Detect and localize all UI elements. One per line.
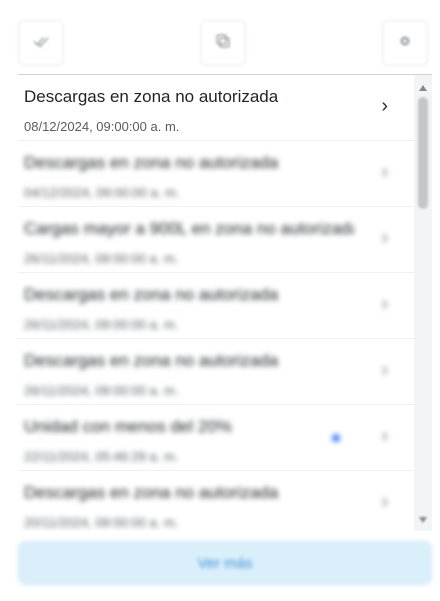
alert-row[interactable]: Descargas en zona no autorizada 26/11/202… — [18, 273, 432, 339]
alerts-list: Descargas en zona no autorizada 08/12/202… — [18, 74, 432, 531]
alert-date: 26/11/2024, 09:00:00 a. m. — [24, 317, 179, 332]
check-double-icon — [32, 32, 50, 55]
alert-title: Descargas en zona no autorizada — [24, 483, 279, 502]
alert-title: Descargas en zona no autorizada — [24, 285, 279, 304]
scroll-up-arrow-icon[interactable] — [419, 85, 427, 91]
alert-date: 26/11/2024, 09:00:00 a. m. — [24, 383, 179, 398]
alert-date: 22/11/2024, 05:46:29 a. m. — [24, 449, 179, 464]
chevron-right-icon[interactable]: › — [381, 293, 388, 316]
chevron-right-icon[interactable]: › — [381, 227, 388, 250]
chevron-right-icon[interactable]: › — [381, 95, 388, 118]
alert-title: Cargas mayor a 900L en zona no autorizad… — [24, 219, 354, 238]
alert-row[interactable]: Descargas en zona no autorizada 26/11/202… — [18, 339, 432, 405]
settings-icon — [396, 32, 414, 55]
alert-date: 20/11/2024, 09:00:00 a. m. — [24, 515, 179, 530]
copy-button[interactable] — [200, 20, 246, 66]
alert-date: 26/11/2024, 09:00:00 a. m. — [24, 251, 179, 266]
alert-title: Unidad con menos del 20% — [24, 417, 232, 436]
chevron-right-icon[interactable]: › — [381, 491, 388, 514]
chevron-right-icon[interactable]: › — [381, 359, 388, 382]
scroll-down-arrow-icon[interactable] — [419, 517, 427, 523]
scrollbar[interactable] — [414, 75, 432, 531]
settings-button[interactable] — [382, 20, 428, 66]
alert-row[interactable]: Cargas mayor a 900L en zona no autorizad… — [18, 207, 432, 273]
alert-title: Descargas en zona no autorizada — [24, 153, 279, 172]
alert-row[interactable]: Descargas en zona no autorizada 08/12/202… — [18, 75, 432, 141]
toolbar — [0, 0, 440, 70]
alert-date: 04/12/2024, 09:00:00 a. m. — [24, 185, 180, 200]
alert-date: 08/12/2024, 09:00:00 a. m. — [24, 119, 180, 134]
chevron-right-icon[interactable]: › — [381, 161, 388, 184]
copy-icon — [214, 32, 232, 55]
alert-title: Descargas en zona no autorizada — [24, 87, 279, 106]
see-more-label: Ver más — [197, 554, 253, 572]
alert-row[interactable]: Descargas en zona no autorizada 20/11/202… — [18, 471, 432, 531]
chevron-right-icon[interactable]: › — [381, 425, 388, 448]
alert-title: Descargas en zona no autorizada — [24, 351, 279, 370]
alert-row[interactable]: Unidad con menos del 20% 22/11/2024, 05:4… — [18, 405, 432, 471]
see-more-button[interactable]: Ver más — [18, 541, 432, 585]
alert-row[interactable]: Descargas en zona no autorizada 04/12/202… — [18, 141, 432, 207]
unread-indicator — [332, 434, 340, 442]
scroll-thumb[interactable] — [418, 97, 428, 209]
mark-all-read-button[interactable] — [18, 20, 64, 66]
